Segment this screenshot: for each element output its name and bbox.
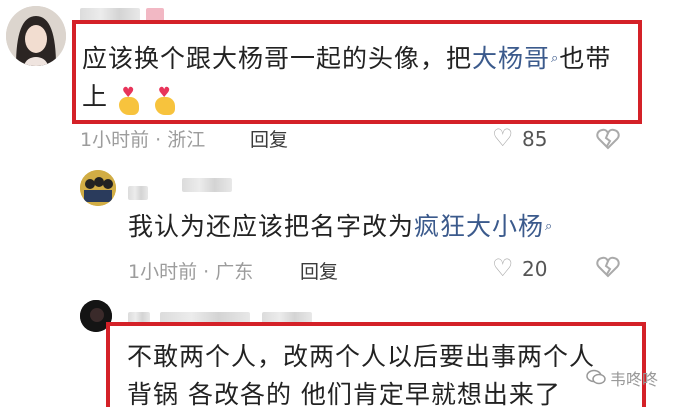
comment-text-line: 不敢两个人，改两个人以后要出事两个人 bbox=[127, 342, 596, 371]
avatar[interactable] bbox=[80, 170, 116, 206]
comment-text-line: 背锅 各改各的 他们肯定早就想出来了 bbox=[127, 380, 561, 407]
reply-button[interactable]: 回复 bbox=[250, 125, 288, 152]
reply-button[interactable]: 回复 bbox=[300, 257, 338, 284]
wechat-logo-svg bbox=[586, 369, 606, 385]
search-icon: ⌕ bbox=[545, 219, 554, 234]
wechat-logo-icon bbox=[586, 369, 606, 385]
comment-thread: 应该换个跟大杨哥一起的头像，把大杨哥⌕也带 上 ♥ ♥ 1小时前 · 浙江 回复 … bbox=[0, 0, 682, 407]
comment-time: 1小时前 · 浙江 bbox=[80, 129, 206, 151]
watermark-text: 韦咚咚 bbox=[610, 370, 659, 389]
comment-text: 我认为还应该把名字改为疯狂大小杨⌕ bbox=[128, 208, 648, 246]
comment-text: 不敢两个人，改两个人以后要出事两个人 背锅 各改各的 他们肯定早就想出来了 bbox=[127, 338, 627, 407]
avatar[interactable] bbox=[6, 6, 66, 66]
hand-heart-emoji: ♥ bbox=[153, 86, 179, 116]
avatar-portrait-icon bbox=[6, 6, 66, 66]
comment-text: 应该换个跟大杨哥一起的头像，把大杨哥⌕也带 上 ♥ ♥ bbox=[82, 40, 632, 116]
comment-time: 1小时前 · 广东 bbox=[128, 261, 254, 283]
username-blurred bbox=[128, 186, 148, 200]
comment-text-part: 我认为还应该把名字改为 bbox=[128, 212, 415, 241]
keyword-link[interactable]: 疯狂大小杨⌕ bbox=[414, 212, 553, 241]
keyword-link[interactable]: 大杨哥⌕ bbox=[472, 44, 559, 73]
username-blurred bbox=[182, 178, 232, 192]
like-count: 85 bbox=[522, 127, 548, 151]
broken-heart-icon[interactable] bbox=[596, 128, 620, 155]
comment-text-part: 应该换个跟大杨哥一起的头像，把 bbox=[82, 44, 473, 73]
broken-heart-svg bbox=[596, 256, 620, 278]
keyword-link-label: 疯狂大小杨 bbox=[414, 212, 545, 241]
comment-text-part: 也带 bbox=[559, 44, 612, 73]
heart-outline-icon[interactable]: ♡ bbox=[492, 256, 514, 280]
avatar-group-icon bbox=[80, 170, 116, 206]
comment-text-part: 上 bbox=[82, 82, 109, 111]
keyword-link-label: 大杨哥 bbox=[472, 44, 551, 73]
broken-heart-icon[interactable] bbox=[596, 256, 620, 283]
broken-heart-svg bbox=[596, 128, 620, 150]
hand-heart-emoji: ♥ bbox=[117, 86, 143, 116]
heart-outline-icon[interactable]: ♡ bbox=[492, 126, 514, 150]
like-count: 20 bbox=[522, 257, 548, 281]
